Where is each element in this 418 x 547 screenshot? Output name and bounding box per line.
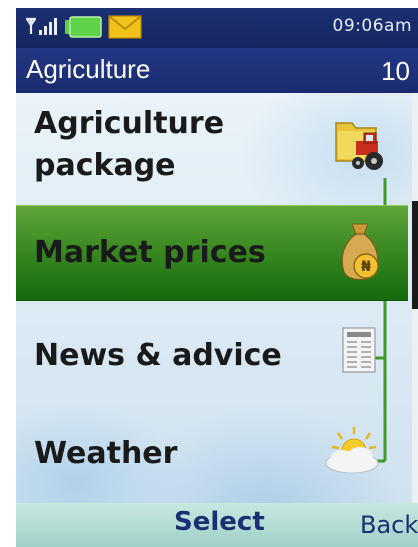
tractor-folder-icon	[334, 111, 392, 177]
menu-list: Agriculture package Market prices ₦ News…	[16, 93, 418, 503]
battery-icon	[65, 16, 102, 38]
menu-item-agriculture-package[interactable]: Agriculture package	[16, 93, 408, 201]
app-title: Agriculture	[26, 54, 151, 84]
phone-screen: 09:06am Agriculture 10 Agriculture packa…	[16, 8, 418, 547]
menu-item-label: Weather	[34, 436, 178, 471]
clock-time: 09:06am	[332, 16, 412, 36]
menu-item-label: Agriculture	[34, 106, 225, 141]
menu-item-news-advice[interactable]: News & advice	[16, 303, 408, 403]
status-bar: 09:06am	[16, 8, 418, 48]
menu-item-label-line2: package	[34, 148, 176, 183]
softkey-bar: Select Back	[16, 503, 418, 547]
menu-item-market-prices[interactable]: Market prices ₦	[16, 205, 408, 301]
menu-item-label: Market prices	[34, 235, 266, 270]
sun-cloud-icon	[324, 425, 382, 479]
menu-item-weather[interactable]: Weather	[16, 405, 408, 503]
signal-icon	[26, 17, 57, 35]
message-envelope-icon	[108, 15, 142, 39]
select-softkey[interactable]: Select	[174, 507, 265, 537]
scrollbar-thumb[interactable]	[412, 201, 418, 309]
money-bag-naira-icon: ₦	[338, 220, 382, 290]
svg-text:₦: ₦	[361, 259, 371, 275]
status-icons	[24, 14, 142, 40]
item-counter: 10	[381, 56, 410, 86]
menu-item-label: News & advice	[34, 338, 282, 373]
title-bar: Agriculture 10	[16, 48, 418, 93]
scrollbar[interactable]	[412, 93, 418, 503]
back-softkey[interactable]: Back	[360, 511, 418, 539]
newspaper-icon	[342, 327, 376, 377]
